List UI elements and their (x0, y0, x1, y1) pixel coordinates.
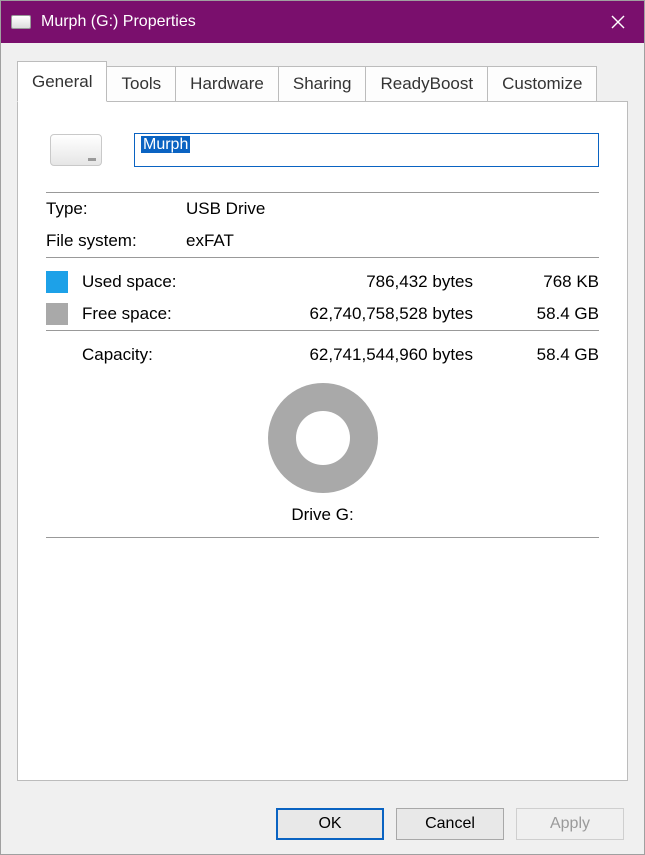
free-bytes: 62,740,758,528 bytes (212, 304, 509, 324)
drive-caption: Drive G: (46, 499, 599, 537)
tab-tools[interactable]: Tools (107, 66, 176, 102)
close-button[interactable] (592, 1, 644, 43)
apply-button: Apply (516, 808, 624, 840)
used-bytes: 786,432 bytes (212, 272, 509, 292)
free-label: Free space: (82, 304, 212, 324)
tab-hardware[interactable]: Hardware (176, 66, 279, 102)
ok-button[interactable]: OK (276, 808, 384, 840)
used-space-row: Used space: 786,432 bytes 768 KB (46, 266, 599, 298)
window-title: Murph (G:) Properties (41, 13, 592, 31)
divider (46, 257, 599, 258)
free-space-row: Free space: 62,740,758,528 bytes 58.4 GB (46, 298, 599, 330)
close-icon (611, 15, 625, 29)
tab-customize[interactable]: Customize (488, 66, 597, 102)
usage-chart (46, 369, 599, 499)
tab-readyboost[interactable]: ReadyBoost (366, 66, 488, 102)
tab-panel-general: Murph Type: USB Drive File system: exFAT… (17, 101, 628, 781)
properties-dialog: Murph (G:) Properties General Tools Hard… (0, 0, 645, 855)
cancel-button[interactable]: Cancel (396, 808, 504, 840)
used-label: Used space: (82, 272, 212, 292)
capacity-human: 58.4 GB (509, 345, 599, 365)
capacity-row: Capacity: 62,741,544,960 bytes 58.4 GB (46, 331, 599, 369)
type-value: USB Drive (186, 199, 599, 219)
volume-name-input[interactable]: Murph (134, 133, 599, 167)
drive-large-icon (46, 130, 106, 170)
volume-name-text: Murph (141, 136, 190, 153)
divider (46, 537, 599, 538)
dialog-footer: OK Cancel Apply (1, 794, 644, 854)
drive-icon (11, 15, 31, 29)
free-swatch-icon (46, 303, 68, 325)
tab-sharing[interactable]: Sharing (279, 66, 367, 102)
titlebar[interactable]: Murph (G:) Properties (1, 1, 644, 43)
used-swatch-icon (46, 271, 68, 293)
type-label: Type: (46, 199, 186, 219)
filesystem-value: exFAT (186, 231, 599, 251)
used-human: 768 KB (509, 272, 599, 292)
usage-donut-icon (268, 383, 378, 493)
filesystem-label: File system: (46, 231, 186, 251)
content-area: General Tools Hardware Sharing ReadyBoos… (1, 43, 644, 794)
capacity-bytes: 62,741,544,960 bytes (212, 345, 509, 365)
tab-general[interactable]: General (17, 61, 107, 102)
tabstrip: General Tools Hardware Sharing ReadyBoos… (17, 61, 628, 102)
capacity-label: Capacity: (82, 345, 212, 365)
free-human: 58.4 GB (509, 304, 599, 324)
